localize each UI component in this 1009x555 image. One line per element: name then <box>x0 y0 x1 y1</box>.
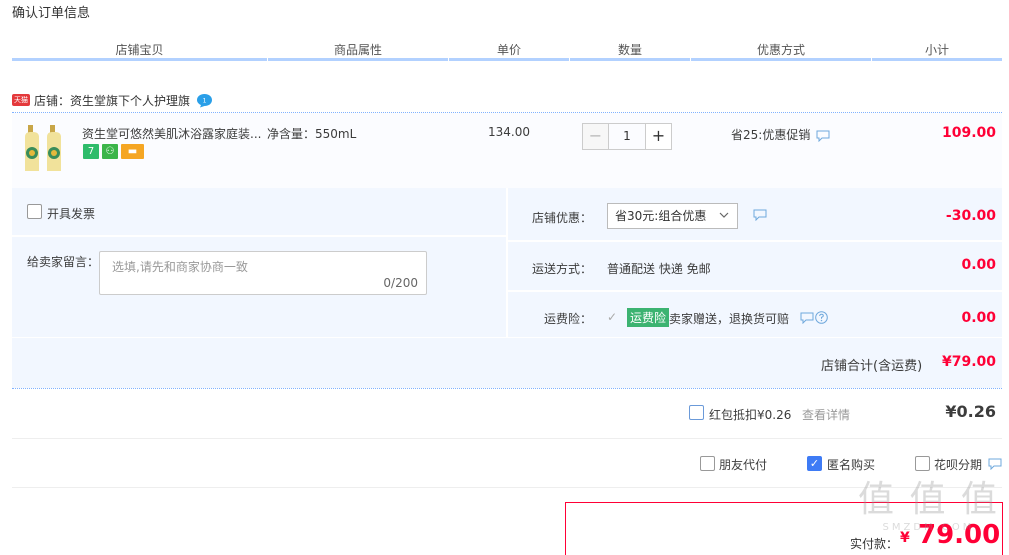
column-header-quantity: 数量 <box>617 43 642 57</box>
promotion-info-icon[interactable] <box>816 130 830 142</box>
shop-discount-amount: -30.00 <box>945 208 996 224</box>
friend-pay-label: 朋友代付 <box>719 458 768 472</box>
wangwang-chat-icon[interactable]: 1 <box>196 93 213 108</box>
memo-label: 给卖家留言： <box>27 255 100 269</box>
quantity-increase-button[interactable]: + <box>645 123 672 150</box>
tmall-icon: 天猫 <box>12 94 30 106</box>
shop-discount-label: 店铺优惠： <box>532 211 593 225</box>
redpacket-checkbox[interactable] <box>689 405 704 420</box>
divider <box>12 487 1002 488</box>
watermark: 值 值 值 SMZDM.COM <box>858 479 999 533</box>
credit-card-icon[interactable]: ▬ <box>121 144 144 159</box>
header-underline <box>268 58 448 61</box>
service-badges: 7 ⚇ ▬ <box>83 144 144 159</box>
seller-memo-textarea[interactable]: 选填,请先和商家协商一致 0/200 <box>99 251 427 295</box>
memo-char-count: 0/200 <box>383 276 418 290</box>
shipping-amount: 0.00 <box>961 257 996 273</box>
actual-payment-label: 实付款： <box>850 537 899 551</box>
column-header-price: 单价 <box>496 43 521 57</box>
item-subtotal: 109.00 <box>941 125 996 141</box>
insurance-checkbox[interactable]: ✓ <box>607 310 621 324</box>
shop-total-amount: ¥79.00 <box>941 354 996 370</box>
divider <box>12 337 1002 338</box>
page-title: 确认订单信息 <box>12 6 91 21</box>
anonymous-checkbox[interactable]: ✓ <box>807 456 822 471</box>
product-unit-price: 134.00 <box>488 125 530 139</box>
column-header-subtotal: 小计 <box>924 43 949 57</box>
column-header-shop-item: 店铺宝贝 <box>115 43 164 57</box>
redpacket-amount: ¥0.26 <box>945 402 996 421</box>
redpacket-details-link[interactable]: 查看详情 <box>802 406 850 423</box>
shop-name-link[interactable]: 店铺：资生堂旗下个人护理旗 <box>34 92 190 109</box>
insurance-chat-icon[interactable] <box>800 312 814 324</box>
divider <box>506 188 508 338</box>
divider <box>12 235 506 237</box>
product-thumbnail[interactable] <box>24 123 68 173</box>
memo-placeholder: 选填,请先和商家协商一致 <box>112 260 248 274</box>
huabei-checkbox[interactable] <box>915 456 930 471</box>
quantity-stepper: − 1 + <box>582 123 672 150</box>
invoice-label: 开具发票 <box>47 207 96 221</box>
column-header-discount: 优惠方式 <box>756 43 805 57</box>
chevron-down-icon <box>719 212 729 218</box>
guarantee-icon[interactable]: ⚇ <box>102 144 118 159</box>
product-attribute: 净含量：550mL <box>267 127 357 141</box>
shop-discount-select[interactable]: 省30元:组合优惠 <box>607 203 738 229</box>
shop-row: 天猫 店铺：资生堂旗下个人护理旗 1 <box>12 90 213 110</box>
shipping-label: 运送方式： <box>532 262 593 276</box>
item-promotion: 省25:优惠促销 <box>731 128 811 142</box>
insurance-desc: 卖家赠送，退换货可赔 <box>669 312 790 326</box>
divider <box>508 240 1002 242</box>
huabei-info-icon[interactable] <box>988 458 1002 470</box>
seven-day-return-icon[interactable]: 7 <box>83 144 99 159</box>
invoice-checkbox[interactable] <box>27 204 42 219</box>
friend-pay-checkbox[interactable] <box>700 456 715 471</box>
quantity-input[interactable]: 1 <box>609 123 645 150</box>
insurance-amount: 0.00 <box>961 310 996 326</box>
divider <box>12 438 1002 439</box>
svg-text:1: 1 <box>203 97 207 104</box>
header-underline <box>570 58 690 61</box>
header-underline <box>12 58 267 61</box>
insurance-label: 运费险： <box>544 312 593 326</box>
divider <box>508 290 1002 292</box>
discount-info-icon[interactable] <box>753 209 767 221</box>
header-underline <box>691 58 871 61</box>
column-header-attributes: 商品属性 <box>333 43 382 57</box>
divider <box>12 388 1002 389</box>
shop-discount-value: 省30元:组合优惠 <box>615 209 707 223</box>
quantity-decrease-button[interactable]: − <box>582 123 609 150</box>
redpacket-label: 红包抵扣¥0.26 <box>709 408 792 422</box>
header-underline <box>449 58 569 61</box>
header-underline <box>872 58 1002 61</box>
product-title-link[interactable]: 资生堂可悠然美肌沐浴露家庭装... <box>82 125 261 142</box>
shipping-method: 普通配送 快递 免邮 <box>607 262 711 276</box>
insurance-tag: 运费险 <box>627 308 670 327</box>
help-question-icon[interactable] <box>815 311 828 324</box>
